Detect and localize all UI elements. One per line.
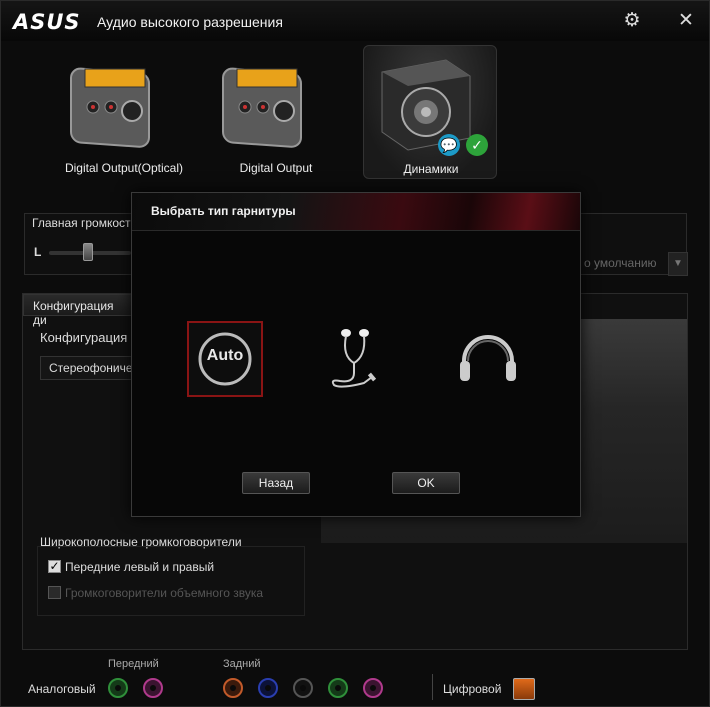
jack-divider: [432, 674, 433, 700]
config-field-label: Конфигурация д: [40, 330, 139, 345]
rear-jack-green[interactable]: [328, 678, 348, 698]
device-label: Динамики: [403, 162, 459, 176]
ok-button[interactable]: OK: [392, 472, 460, 494]
front-lr-checkbox[interactable]: ✓: [48, 560, 61, 573]
digital-output-device-icon: [70, 67, 150, 148]
device-digital-output-optical[interactable]: Digital Output(Optical): [57, 45, 191, 179]
device-digital-output[interactable]: Digital Output: [209, 45, 343, 179]
volume-slider-handle[interactable]: [83, 243, 93, 261]
device-speakers[interactable]: 💬 ✓ Динамики: [363, 45, 497, 179]
dialog-header: Выбрать тип гарнитуры: [132, 193, 580, 231]
rear-jack-pink[interactable]: [363, 678, 383, 698]
digital-output-device-icon: [222, 67, 302, 148]
chevron-down-icon[interactable]: ▼: [668, 252, 688, 276]
volume-title: Главная громкость: [32, 216, 137, 230]
tab-config[interactable]: Конфигурация ди: [23, 294, 133, 327]
check-icon: ✓: [466, 134, 488, 156]
front-jack-pink[interactable]: [143, 678, 163, 698]
front-jacks-label: Передний: [108, 658, 159, 670]
rear-jack-orange[interactable]: [223, 678, 243, 698]
front-jack-green[interactable]: [108, 678, 128, 698]
rear-jack-blue[interactable]: [258, 678, 278, 698]
wideband-group: [37, 546, 305, 616]
default-device-label: о умолчанию: [584, 256, 657, 270]
gear-icon[interactable]: ⚙: [621, 10, 643, 32]
surround-label: Громкоговорители объемного звука: [65, 586, 264, 600]
close-icon[interactable]: ✕: [675, 10, 697, 32]
headset-option-earbuds[interactable]: [320, 321, 396, 397]
surround-checkbox[interactable]: [48, 586, 61, 599]
dialog-title: Выбрать тип гарнитуры: [151, 204, 296, 218]
headset-option-headphones[interactable]: [450, 321, 526, 397]
chat-icon: 💬: [438, 134, 460, 156]
speaker-config-select[interactable]: Стереофоничес: [40, 356, 139, 380]
audio-window: ASUS Аудио высокого разрешения ⚙ ✕ Digit…: [0, 0, 710, 707]
volume-left-label: L: [34, 245, 42, 259]
back-button[interactable]: Назад: [242, 472, 310, 494]
analog-label: Аналоговый: [28, 682, 96, 696]
earbuds-icon: [331, 329, 377, 388]
auto-label: Auto: [206, 347, 244, 364]
headset-option-auto[interactable]: Auto: [187, 321, 263, 397]
rear-jack-black[interactable]: [293, 678, 313, 698]
title-bar: ASUS Аудио высокого разрешения ⚙ ✕: [1, 1, 709, 41]
headphones-icon: [460, 335, 516, 381]
headset-type-dialog: Выбрать тип гарнитуры Auto Назад OK: [131, 192, 581, 517]
asus-logo: ASUS: [13, 10, 81, 34]
digital-jack-icon[interactable]: [513, 678, 535, 700]
window-title: Аудио высокого разрешения: [97, 14, 283, 30]
front-lr-label: Передние левый и правый: [65, 560, 215, 574]
rear-jacks-label: Задний: [223, 658, 261, 670]
digital-label: Цифровой: [443, 682, 502, 696]
